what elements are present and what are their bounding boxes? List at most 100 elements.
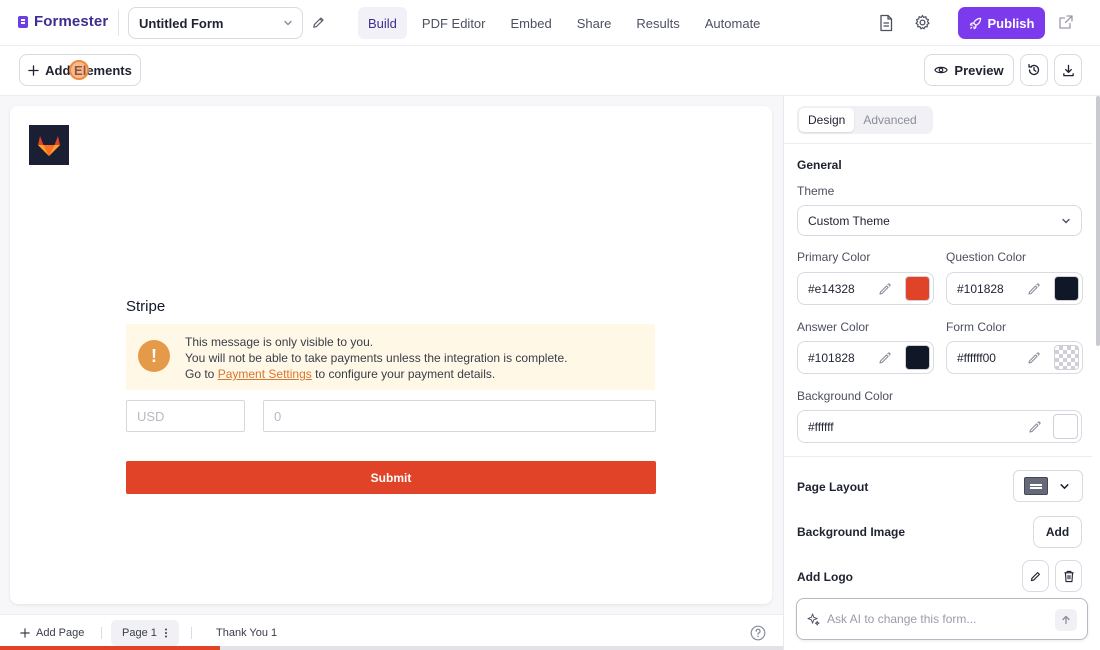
currency-input[interactable]: USD	[126, 400, 245, 432]
eyedropper-icon[interactable]	[1027, 282, 1041, 296]
form-color-field[interactable]: #ffffff00	[946, 341, 1083, 374]
notice-line-2: You will not be able to take payments un…	[185, 351, 568, 365]
document-icon[interactable]	[878, 14, 894, 32]
submit-button[interactable]: Submit	[126, 461, 656, 494]
gear-icon[interactable]	[914, 14, 931, 31]
page-layout-select[interactable]	[1013, 470, 1083, 502]
theme-value: Custom Theme	[808, 213, 890, 228]
delete-logo-button[interactable]	[1055, 560, 1082, 592]
page-bar: Add Page Page 1 Thank You 1	[0, 614, 783, 650]
help-icon[interactable]	[750, 625, 766, 641]
divider	[101, 627, 102, 639]
thank-you-page-tab[interactable]: Thank You 1	[216, 617, 277, 649]
layout-thumbnail-icon	[1024, 477, 1048, 495]
gitlab-fox-logo-icon[interactable]	[29, 125, 69, 165]
amount-input[interactable]: 0	[263, 400, 656, 432]
chevron-down-icon	[283, 18, 293, 28]
history-icon	[1027, 63, 1041, 77]
notice-line-3: Go to Payment Settings to configure your…	[185, 366, 567, 382]
progress-fill	[0, 646, 220, 650]
tab-design[interactable]: Design	[799, 108, 855, 132]
ai-placeholder: Ask AI to change this form...	[827, 612, 977, 626]
divider	[118, 10, 119, 36]
divider	[784, 143, 1092, 144]
nav-build[interactable]: Build	[358, 7, 407, 39]
answer-color-value: #101828	[808, 350, 855, 365]
eyedropper-icon[interactable]	[878, 351, 892, 365]
ai-prompt-input[interactable]: Ask AI to change this form...	[796, 598, 1088, 640]
main-nav: Build PDF Editor Embed Share Results Aut…	[358, 7, 775, 39]
preview-label: Preview	[954, 62, 1004, 78]
rocket-icon	[969, 17, 982, 30]
form-color-value: #ffffff00	[957, 350, 996, 365]
publish-label: Publish	[987, 15, 1035, 31]
theme-label: Theme	[797, 184, 835, 198]
general-heading: General	[797, 158, 842, 172]
payment-settings-link[interactable]: Payment Settings	[218, 367, 312, 381]
nav-automate[interactable]: Automate	[695, 7, 771, 39]
eyedropper-icon[interactable]	[1028, 420, 1042, 434]
question-color-field[interactable]: #101828	[946, 272, 1083, 305]
form-title-select[interactable]: Untitled Form	[128, 7, 303, 39]
background-image-label: Background Image	[797, 525, 906, 539]
sparkle-icon	[807, 613, 820, 626]
arrow-up-icon	[1061, 615, 1071, 625]
nav-share[interactable]: Share	[567, 7, 622, 39]
background-color-field[interactable]: #ffffff	[797, 410, 1082, 443]
nav-embed[interactable]: Embed	[501, 7, 562, 39]
publish-button[interactable]: Publish	[958, 7, 1045, 39]
form-canvas: Stripe ! This message is only visible to…	[0, 96, 783, 614]
download-icon	[1062, 64, 1075, 77]
form-color-label: Form Color	[946, 320, 1007, 334]
preview-button[interactable]: Preview	[924, 54, 1014, 86]
external-link-icon[interactable]	[1058, 14, 1074, 30]
theme-select[interactable]: Custom Theme	[797, 205, 1082, 236]
top-bar: Formester Untitled Form Build PDF Editor…	[0, 0, 1100, 46]
form-color-swatch[interactable]	[1054, 345, 1079, 370]
add-logo-label: Add Logo	[797, 570, 853, 584]
tab-advanced[interactable]: Advanced	[854, 108, 925, 132]
background-color-swatch[interactable]	[1053, 414, 1078, 439]
background-color-value: #ffffff	[808, 419, 834, 434]
add-page-button[interactable]: Add Page	[20, 617, 84, 649]
form-title: Untitled Form	[139, 15, 224, 31]
cursor-indicator	[69, 60, 89, 80]
add-background-image-button[interactable]: Add	[1033, 516, 1082, 548]
notice-line-1: This message is only visible to you.	[185, 335, 374, 349]
trash-icon	[1063, 570, 1075, 583]
question-color-swatch[interactable]	[1054, 276, 1079, 301]
pencil-icon[interactable]	[311, 15, 326, 30]
eyedropper-icon[interactable]	[1027, 351, 1041, 365]
plus-icon	[20, 628, 30, 638]
brand[interactable]: Formester	[18, 13, 108, 30]
payment-field-label: Stripe	[126, 298, 166, 315]
answer-color-field[interactable]: #101828	[797, 341, 934, 374]
stripe-warning-notice: ! This message is only visible to you. Y…	[126, 324, 655, 390]
plus-icon	[28, 64, 39, 76]
primary-color-field[interactable]: #e14328	[797, 272, 934, 305]
chevron-down-icon	[1061, 216, 1071, 226]
notice-line-3-prefix: Go to	[185, 367, 215, 381]
primary-color-label: Primary Color	[797, 250, 871, 264]
eye-icon	[934, 64, 949, 76]
builder-toolbar: Add Elements Preview	[0, 46, 1100, 96]
formester-logo-icon	[18, 15, 28, 28]
nav-results[interactable]: Results	[626, 7, 689, 39]
question-color-value: #101828	[957, 281, 1004, 296]
nav-pdf-editor[interactable]: PDF Editor	[412, 7, 496, 39]
warning-icon: !	[138, 340, 170, 372]
history-button[interactable]	[1020, 54, 1048, 86]
page-tab-1[interactable]: Page 1	[111, 620, 179, 646]
divider	[784, 456, 1092, 457]
panel-scrollbar[interactable]	[1096, 96, 1100, 346]
more-vertical-icon[interactable]	[164, 628, 168, 638]
edit-logo-button[interactable]	[1022, 560, 1049, 592]
eyedropper-icon[interactable]	[878, 282, 892, 296]
send-button[interactable]	[1055, 609, 1077, 631]
add-page-label: Add Page	[36, 627, 85, 639]
download-button[interactable]	[1054, 54, 1082, 86]
answer-color-swatch[interactable]	[905, 345, 930, 370]
form-card: Stripe ! This message is only visible to…	[10, 106, 772, 604]
primary-color-swatch[interactable]	[905, 276, 930, 301]
divider	[191, 627, 192, 639]
